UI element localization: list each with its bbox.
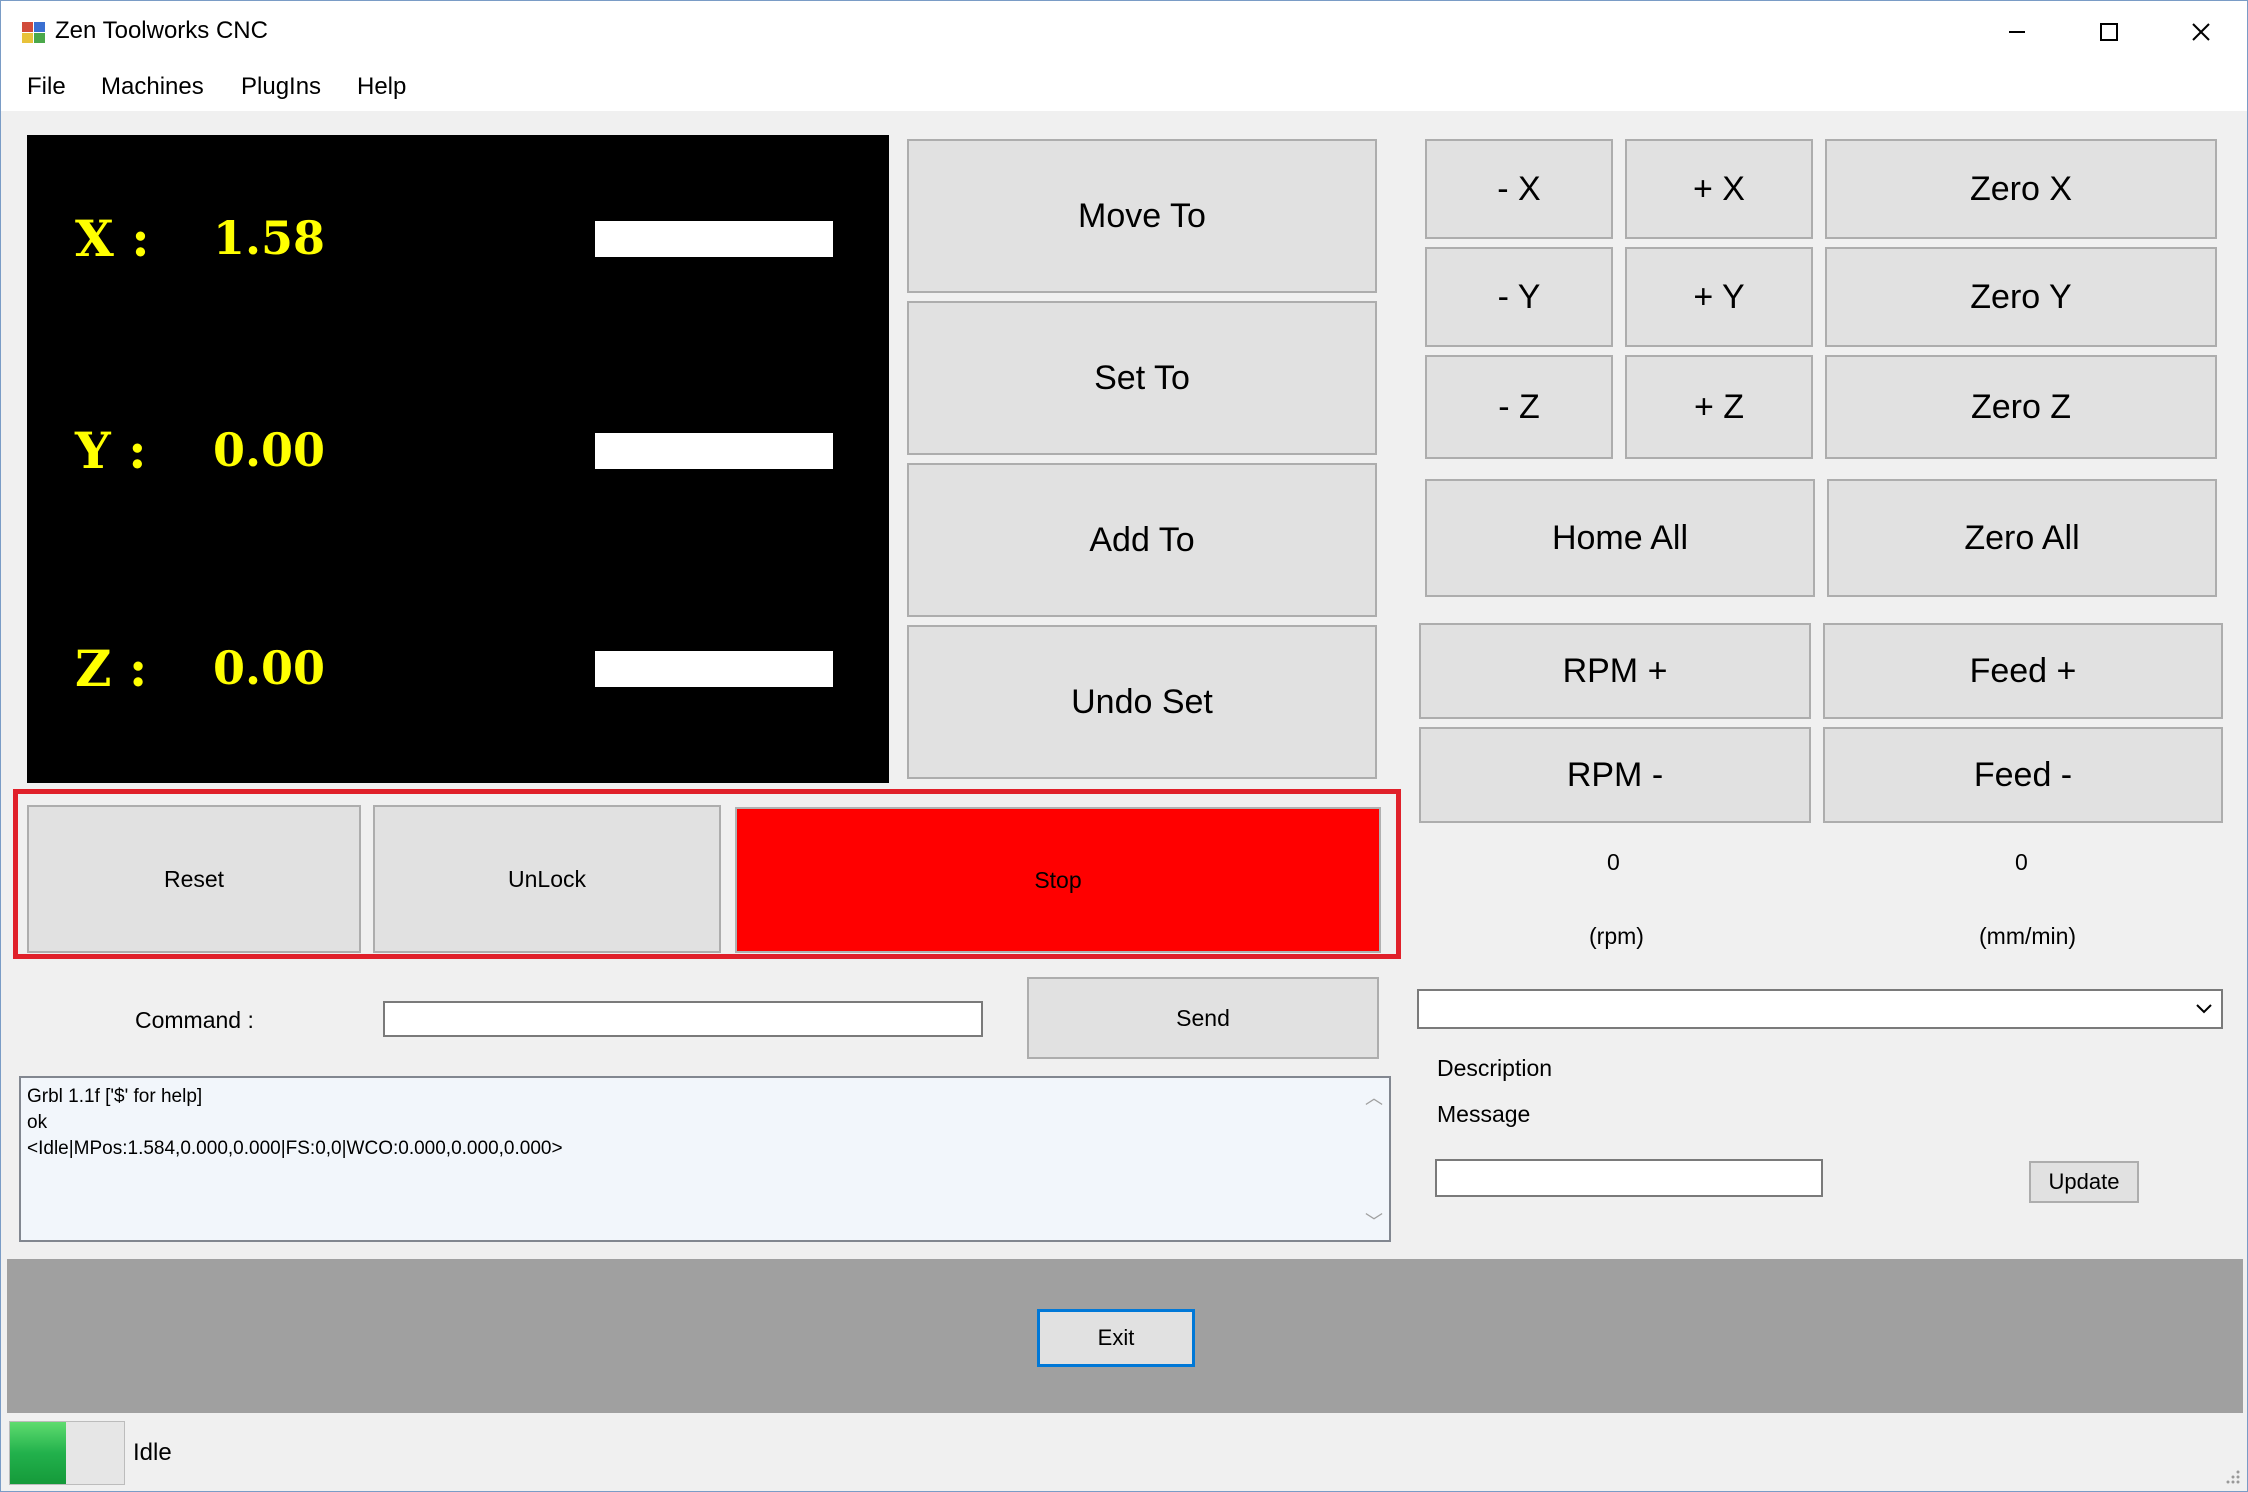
- menu-file[interactable]: File: [27, 73, 66, 101]
- z-axis-value: 0.00: [213, 641, 326, 695]
- y-axis-value: 0.00: [213, 423, 326, 477]
- minimize-button[interactable]: [1971, 1, 2063, 63]
- rpm-minus-button[interactable]: RPM -: [1419, 727, 1811, 823]
- z-axis-bar: [595, 651, 833, 687]
- home-all-button[interactable]: Home All: [1425, 479, 1815, 597]
- zero-x-button[interactable]: Zero X: [1825, 139, 2217, 239]
- feed-plus-button[interactable]: Feed +: [1823, 623, 2223, 719]
- menu-help[interactable]: Help: [357, 73, 406, 101]
- move-to-button[interactable]: Move To: [907, 139, 1377, 293]
- dro-display: X : 1.58 Y : 0.00 Z : 0.00: [27, 135, 889, 783]
- menu-machines[interactable]: Machines: [101, 73, 204, 101]
- title-bar: Zen Toolworks CNC: [1, 1, 2247, 63]
- console-line: Grbl 1.1f ['$' for help]: [27, 1086, 203, 1107]
- jog-plus-y-button[interactable]: + Y: [1625, 247, 1813, 347]
- app-icon: [22, 22, 45, 43]
- rpm-value: 0: [1607, 849, 1620, 875]
- x-axis-bar: [595, 221, 833, 257]
- console-line: ok: [27, 1112, 48, 1133]
- reset-button[interactable]: Reset: [27, 805, 361, 953]
- jog-minus-x-button[interactable]: - X: [1425, 139, 1613, 239]
- message-input[interactable]: [1435, 1159, 1823, 1197]
- description-label: Description: [1437, 1055, 1553, 1081]
- zero-y-button[interactable]: Zero Y: [1825, 247, 2217, 347]
- minimize-icon: [2009, 31, 2025, 33]
- x-axis-value: 1.58: [213, 211, 326, 265]
- command-label: Command :: [135, 1007, 254, 1033]
- command-input[interactable]: [383, 1001, 983, 1037]
- close-button[interactable]: [2155, 1, 2247, 63]
- undo-set-button[interactable]: Undo Set: [907, 625, 1377, 779]
- status-indicator: [9, 1421, 125, 1485]
- jog-minus-y-button[interactable]: - Y: [1425, 247, 1613, 347]
- rpm-plus-button[interactable]: RPM +: [1419, 623, 1811, 719]
- maximize-button[interactable]: [2063, 1, 2155, 63]
- exit-button[interactable]: Exit: [1037, 1309, 1195, 1367]
- stop-button[interactable]: Stop: [735, 807, 1381, 953]
- unlock-button[interactable]: UnLock: [373, 805, 721, 953]
- scroll-up-icon[interactable]: ︿: [1365, 1084, 1383, 1110]
- jog-plus-z-button[interactable]: + Z: [1625, 355, 1813, 459]
- resize-grip-icon[interactable]: [2221, 1465, 2241, 1485]
- y-axis-bar: [595, 433, 833, 469]
- menu-bar: File Machines PlugIns Help: [1, 63, 2247, 111]
- menu-plugins[interactable]: PlugIns: [241, 73, 321, 101]
- z-axis-label: Z :: [75, 639, 148, 698]
- set-to-button[interactable]: Set To: [907, 301, 1377, 455]
- add-to-button[interactable]: Add To: [907, 463, 1377, 617]
- scroll-down-icon[interactable]: ﹀: [1365, 1208, 1383, 1234]
- x-axis-label: X :: [75, 209, 150, 268]
- status-indicator-fill: [10, 1422, 66, 1484]
- maximize-icon: [2100, 23, 2118, 41]
- message-label: Message: [1437, 1101, 1531, 1127]
- plugin-select[interactable]: [1417, 989, 2223, 1029]
- y-axis-label: Y :: [75, 421, 147, 480]
- main-window: Zen Toolworks CNC File Machines PlugIns …: [0, 0, 2248, 1492]
- rpm-unit-label: (rpm): [1589, 923, 1644, 949]
- feed-value: 0: [2015, 849, 2028, 875]
- close-icon: [2192, 23, 2210, 41]
- chevron-down-icon: [2196, 1004, 2212, 1014]
- status-bar: Idle: [1, 1413, 2247, 1491]
- console-output[interactable]: Grbl 1.1f ['$' for help] ok <Idle|MPos:1…: [19, 1076, 1391, 1242]
- zero-z-button[interactable]: Zero Z: [1825, 355, 2217, 459]
- window-title: Zen Toolworks CNC: [55, 17, 268, 44]
- feed-minus-button[interactable]: Feed -: [1823, 727, 2223, 823]
- console-line: <Idle|MPos:1.584,0.000,0.000|FS:0,0|WCO:…: [27, 1138, 563, 1159]
- jog-minus-z-button[interactable]: - Z: [1425, 355, 1613, 459]
- status-text: Idle: [133, 1439, 172, 1466]
- jog-plus-x-button[interactable]: + X: [1625, 139, 1813, 239]
- feed-unit-label: (mm/min): [1979, 923, 2077, 949]
- zero-all-button[interactable]: Zero All: [1827, 479, 2217, 597]
- send-button[interactable]: Send: [1027, 977, 1379, 1059]
- update-button[interactable]: Update: [2029, 1161, 2139, 1203]
